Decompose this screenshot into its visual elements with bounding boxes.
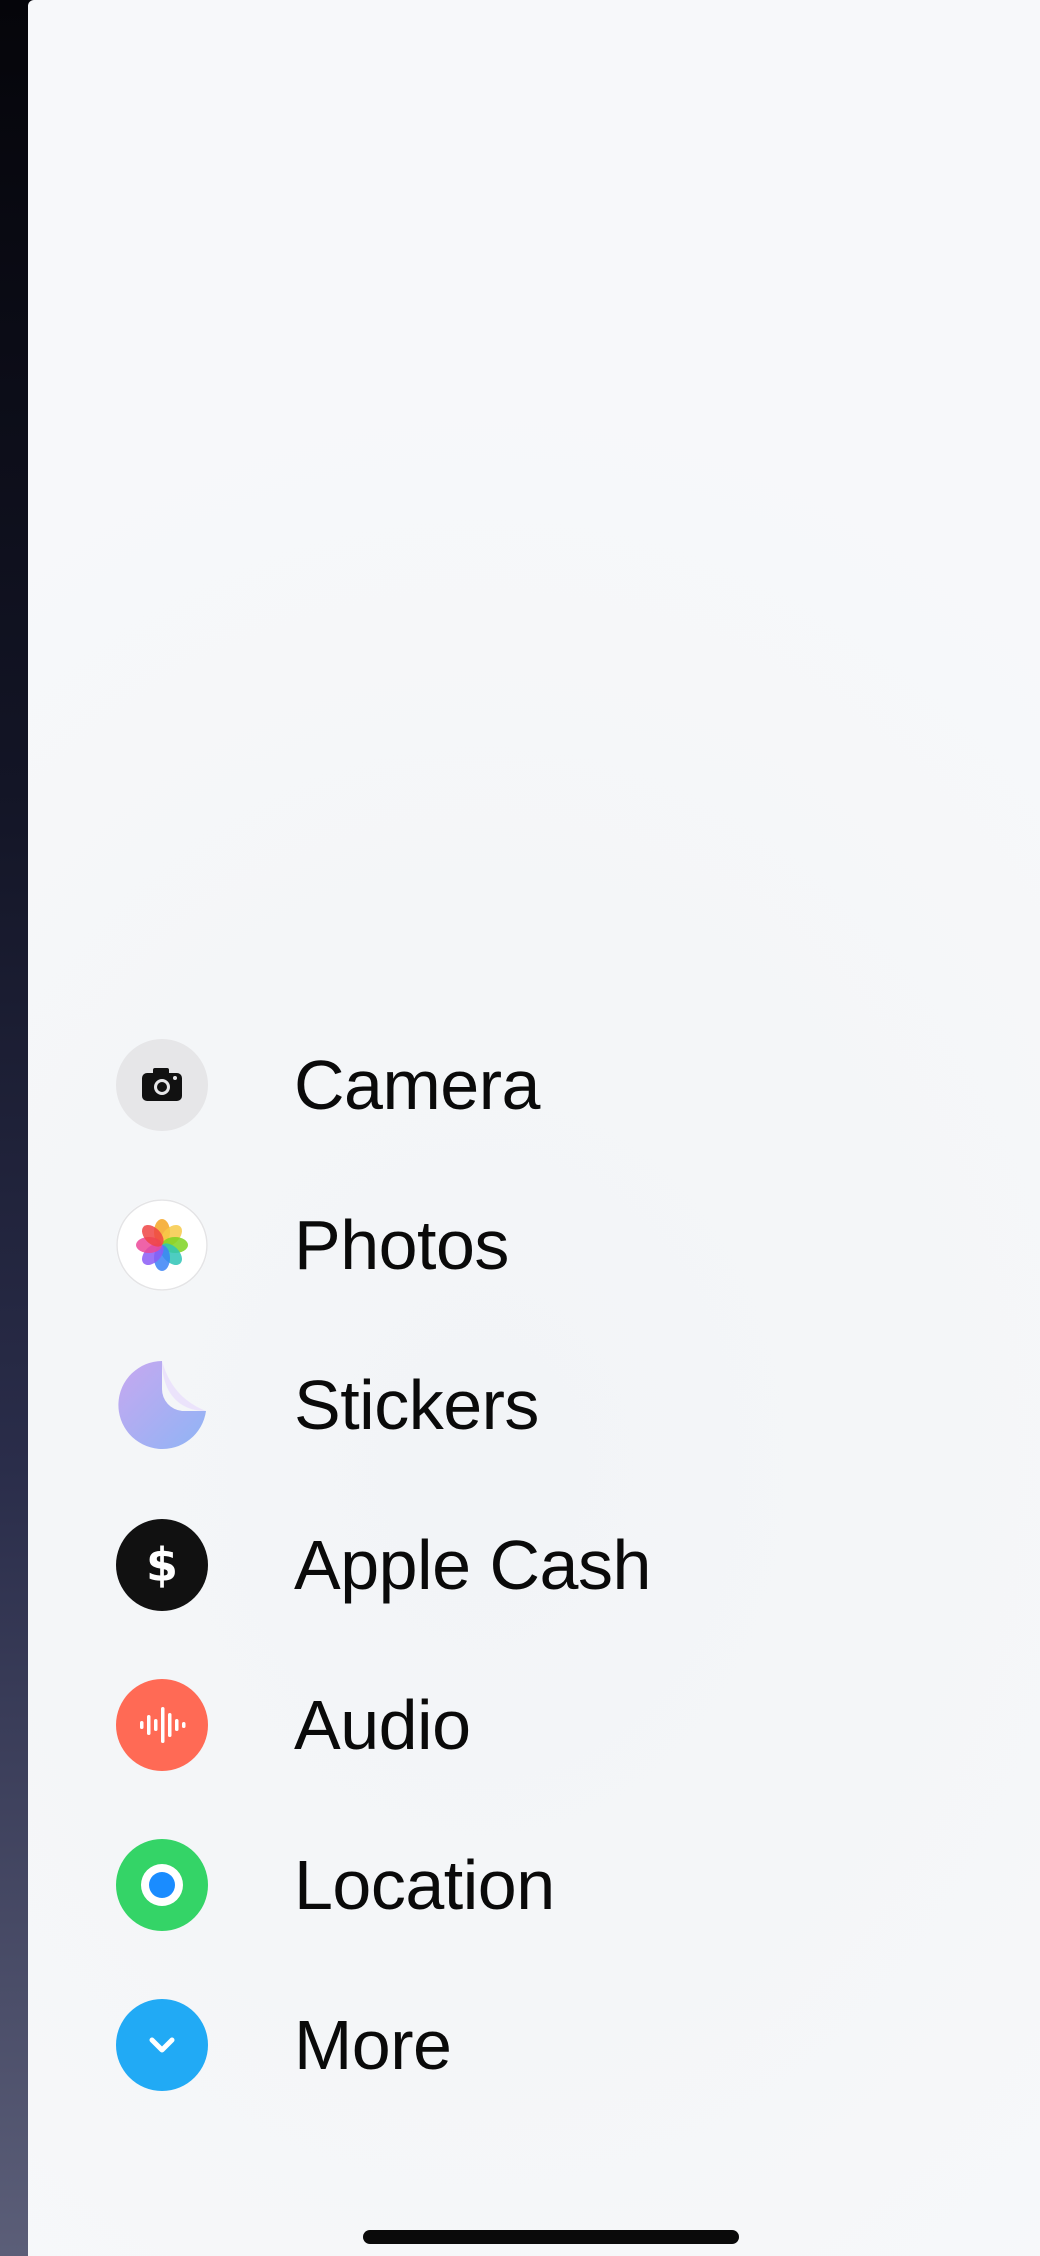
menu-item-photos[interactable]: Photos — [116, 1165, 916, 1325]
attachment-menu-sheet: Camera Photos Stickers $ Apple Cash Audi… — [28, 0, 1040, 2256]
photos-icon — [116, 1199, 208, 1291]
location-icon — [116, 1839, 208, 1931]
chevron-down-icon — [116, 1999, 208, 2091]
stickers-icon — [116, 1359, 208, 1451]
menu-item-label: Camera — [294, 1046, 540, 1124]
camera-icon — [116, 1039, 208, 1131]
menu-item-label: More — [294, 2006, 452, 2084]
menu-item-camera[interactable]: Camera — [116, 1005, 916, 1165]
apple-cash-icon: $ — [116, 1519, 208, 1611]
menu-item-more[interactable]: More — [116, 1965, 916, 2125]
menu-item-label: Stickers — [294, 1366, 539, 1444]
menu-item-label: Apple Cash — [294, 1526, 651, 1604]
menu-item-location[interactable]: Location — [116, 1805, 916, 1965]
home-indicator[interactable] — [363, 2230, 739, 2244]
screen: Camera Photos Stickers $ Apple Cash Audi… — [0, 0, 1040, 2256]
audio-icon — [116, 1679, 208, 1771]
menu-item-label: Location — [294, 1846, 555, 1924]
menu-item-label: Photos — [294, 1206, 509, 1284]
menu-item-apple-cash[interactable]: $ Apple Cash — [116, 1485, 916, 1645]
menu-item-stickers[interactable]: Stickers — [116, 1325, 916, 1485]
menu-item-label: Audio — [294, 1686, 471, 1764]
attachment-menu: Camera Photos Stickers $ Apple Cash Audi… — [116, 1005, 916, 2125]
svg-text:$: $ — [146, 1538, 178, 1592]
menu-item-audio[interactable]: Audio — [116, 1645, 916, 1805]
